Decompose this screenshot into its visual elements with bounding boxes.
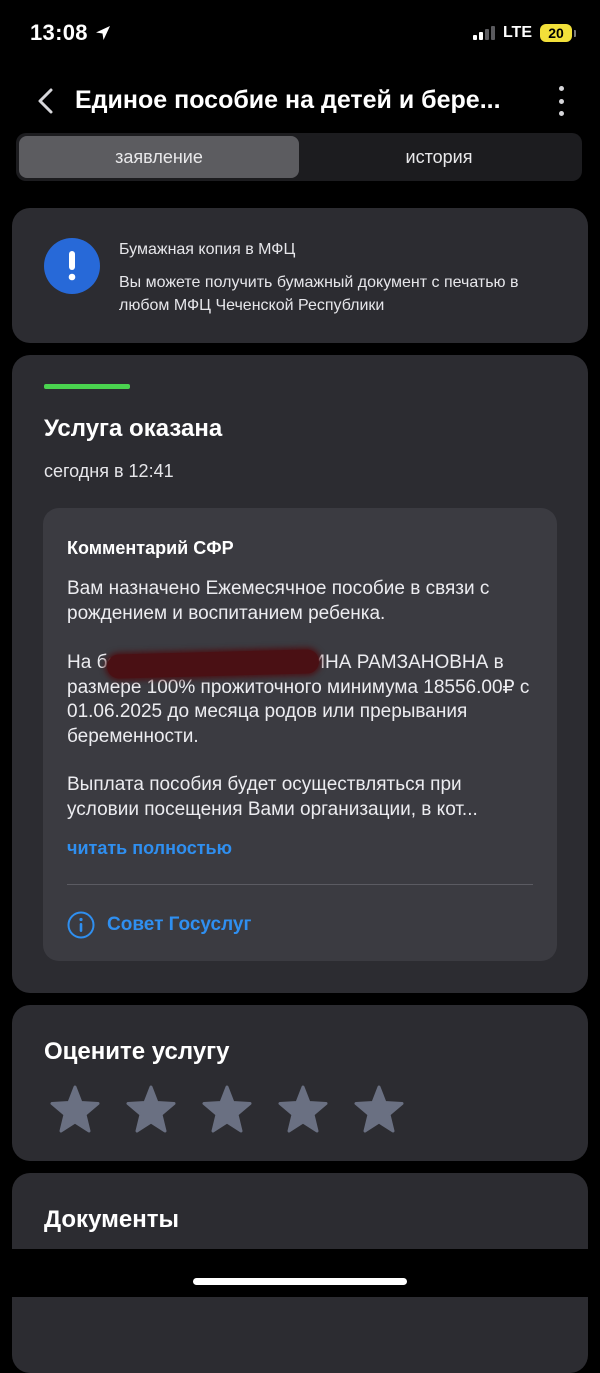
- back-button[interactable]: [30, 84, 60, 118]
- tab-history[interactable]: история: [299, 136, 579, 178]
- page-title: Единое пособие на детей и бере...: [75, 86, 501, 114]
- read-more-link[interactable]: читать полностью: [67, 838, 232, 859]
- bottom-safe-area: [0, 1249, 600, 1297]
- star-icon[interactable]: [278, 1085, 328, 1133]
- comment-paragraph-3-line-1: Выплата пособия будет осуществляться при: [67, 774, 462, 795]
- star-icon[interactable]: [354, 1085, 404, 1133]
- divider: [67, 884, 533, 885]
- rating-card: Оцените услугу: [12, 1005, 588, 1161]
- status-time: сегодня в 12:41: [44, 461, 174, 481]
- mfc-notice-title: Бумажная копия в МФЦ: [119, 241, 296, 258]
- exclamation-icon: [44, 238, 100, 294]
- home-indicator[interactable]: [193, 1278, 407, 1285]
- status-bar-indicators: LTE 20: [472, 24, 576, 42]
- comment-card: Комментарий СФР Вам назначено Ежемесячно…: [43, 508, 557, 961]
- star-rating: [50, 1085, 404, 1133]
- comment-paragraph-3-line-2: условии посещения Вами организации, в ко…: [67, 798, 478, 820]
- network-type: LTE: [502, 24, 532, 41]
- more-menu-button[interactable]: [554, 86, 568, 116]
- status-indicator-bar: [44, 384, 130, 389]
- documents-title: Документы: [44, 1206, 179, 1233]
- location-arrow-icon: [95, 26, 110, 40]
- tab-application[interactable]: заявление: [19, 136, 299, 178]
- status-card: Услуга оказана сегодня в 12:41 Комментар…: [12, 355, 588, 993]
- star-icon[interactable]: [50, 1085, 100, 1133]
- clock-text: 13:08: [30, 20, 88, 45]
- battery-icon: 20: [540, 24, 576, 42]
- comment-title: Комментарий СФР: [67, 538, 234, 558]
- chevron-left-icon: [38, 88, 53, 114]
- segmented-tabs: заявление история: [16, 133, 582, 181]
- status-title: Услуга оказана: [44, 415, 223, 442]
- star-icon[interactable]: [202, 1085, 252, 1133]
- comment-paragraph-3: Выплата пособия будет осуществляться при…: [67, 773, 537, 822]
- gosuslugi-tip-link[interactable]: Совет Госуслуг: [107, 914, 251, 936]
- signal-icon: [472, 26, 495, 40]
- comment-paragraph-1: Вам назначено Ежемесячное пособие в связ…: [67, 578, 490, 624]
- star-icon[interactable]: [126, 1085, 176, 1133]
- rating-title: Оцените услугу: [44, 1038, 230, 1065]
- mfc-notice-card[interactable]: Бумажная копия в МФЦ Вы можете получить …: [12, 208, 588, 343]
- more-vertical-icon: [558, 86, 564, 91]
- status-bar-time: 13:08: [30, 20, 112, 46]
- mfc-notice-text: Вы можете получить бумажный документ с п…: [119, 274, 519, 314]
- info-circle-icon[interactable]: [67, 911, 95, 939]
